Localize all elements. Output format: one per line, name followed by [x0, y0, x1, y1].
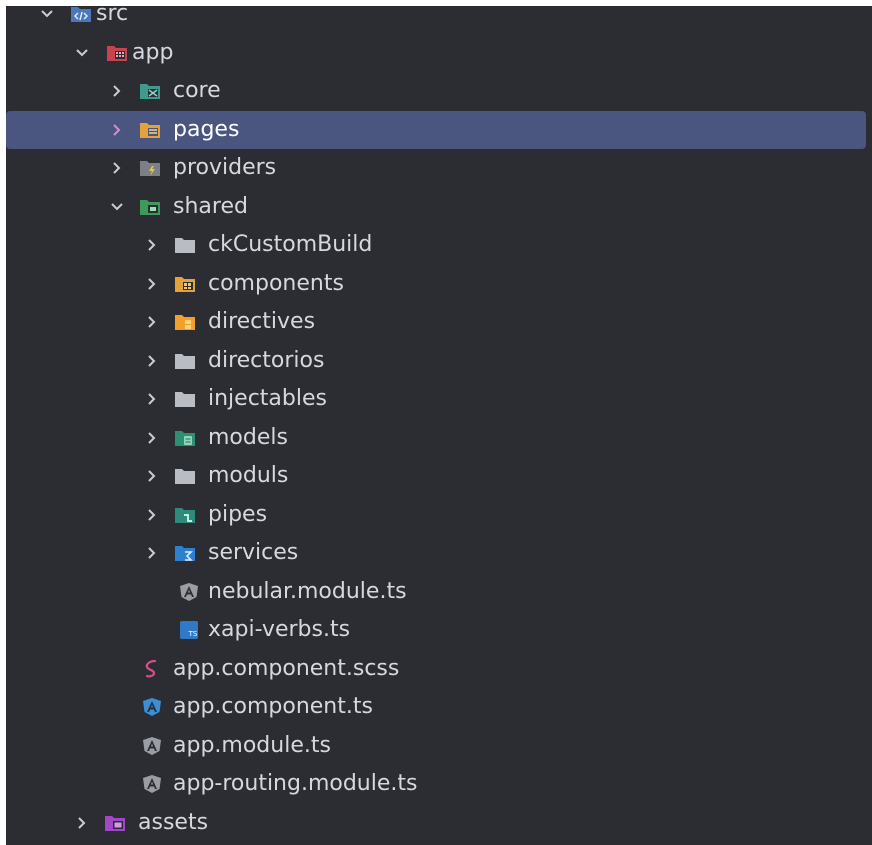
tree-item-ckcustombuild[interactable]: ckCustomBuild — [6, 226, 872, 265]
chevron-right-icon[interactable] — [141, 226, 163, 265]
tree-item-label: app — [132, 39, 174, 65]
tree-item-label: ckCustomBuild — [208, 232, 373, 257]
chevron-down-icon[interactable] — [36, 6, 58, 34]
folder-icon — [174, 351, 196, 371]
tree-item-label: core — [173, 78, 221, 103]
providers-folder-icon — [139, 158, 161, 178]
tree-item-src[interactable]: src — [6, 6, 872, 34]
chevron-down-icon[interactable] — [106, 188, 128, 227]
pipes-folder-icon — [174, 505, 196, 525]
tree-item-shared[interactable]: shared — [6, 188, 872, 227]
tree-item-label: components — [208, 270, 344, 296]
chevron-right-icon[interactable] — [141, 496, 163, 535]
tree-item-label: providers — [173, 155, 277, 180]
chevron-right-icon[interactable] — [141, 303, 163, 342]
project-tree: src app core pages providers shared ckCu… — [6, 6, 872, 842]
chevron-down-icon[interactable] — [71, 34, 93, 73]
services-folder-icon — [174, 543, 196, 563]
folder-icon — [174, 466, 196, 486]
app-folder-icon — [106, 43, 128, 63]
svg-text:TS: TS — [188, 630, 198, 638]
chevron-right-icon[interactable] — [141, 534, 163, 573]
tree-item-label: assets — [138, 809, 209, 835]
tree-item-label: moduls — [208, 463, 289, 488]
tree-item-pipes[interactable]: pipes — [6, 496, 872, 535]
tree-item-app-module[interactable]: app.module.ts — [6, 727, 872, 766]
tree-item-services[interactable]: services — [6, 534, 872, 573]
tree-item-label: shared — [173, 193, 248, 219]
tree-item-core[interactable]: core — [6, 72, 872, 111]
tree-item-providers[interactable]: providers — [6, 149, 872, 188]
tree-item-label: xapi-verbs.ts — [208, 617, 351, 642]
tree-item-label: nebular.module.ts — [208, 578, 407, 604]
chevron-right-icon[interactable] — [141, 457, 163, 496]
tree-item-label: directives — [208, 309, 316, 334]
chevron-right-icon[interactable] — [141, 419, 163, 458]
tree-item-app-component-ts[interactable]: app.component.ts — [6, 688, 872, 727]
pages-folder-icon — [139, 120, 161, 140]
models-folder-icon — [174, 428, 196, 448]
tree-item-nebular-module[interactable]: nebular.module.ts — [6, 573, 872, 612]
angular-component-icon — [141, 697, 163, 717]
shared-folder-icon — [139, 197, 161, 217]
typescript-file-icon: TS — [178, 620, 200, 640]
tree-item-label: app.component.ts — [173, 694, 373, 719]
chevron-right-icon[interactable] — [106, 72, 128, 111]
source-folder-icon — [70, 6, 92, 24]
tree-item-label: models — [208, 424, 288, 450]
assets-folder-icon — [104, 813, 126, 833]
tree-item-xapi-verbs[interactable]: TS xapi-verbs.ts — [6, 611, 872, 650]
tree-item-label: services — [208, 540, 299, 565]
angular-module-icon — [141, 774, 163, 794]
tree-item-label: pipes — [208, 501, 268, 527]
tree-item-components[interactable]: components — [6, 265, 872, 304]
tree-item-app-routing-module[interactable]: app-routing.module.ts — [6, 765, 872, 804]
chevron-right-icon[interactable] — [141, 342, 163, 381]
chevron-right-icon[interactable] — [106, 149, 128, 188]
tree-item-app-component-scss[interactable]: app.component.scss — [6, 650, 872, 689]
tree-item-directives[interactable]: directives — [6, 303, 872, 342]
folder-icon — [174, 389, 196, 409]
tree-item-moduls[interactable]: moduls — [6, 457, 872, 496]
chevron-right-icon[interactable] — [141, 265, 163, 304]
tree-item-pages[interactable]: pages — [6, 110, 866, 150]
tree-item-label: directorios — [208, 347, 325, 373]
components-folder-icon — [174, 274, 196, 294]
tree-item-label: pages — [173, 116, 240, 142]
directives-folder-icon — [174, 312, 196, 332]
sass-file-icon — [141, 659, 163, 679]
tree-item-label: app.component.scss — [173, 655, 400, 681]
angular-module-icon — [178, 582, 200, 602]
tree-item-models[interactable]: models — [6, 419, 872, 458]
tree-item-label: app-routing.module.ts — [173, 771, 418, 796]
core-folder-icon — [139, 81, 161, 101]
tree-item-directorios[interactable]: directorios — [6, 342, 872, 381]
tree-item-label: src — [96, 6, 129, 26]
chevron-right-icon[interactable] — [106, 111, 128, 150]
chevron-right-icon[interactable] — [141, 380, 163, 419]
folder-icon — [174, 235, 196, 255]
angular-module-icon — [141, 736, 163, 756]
tree-item-injectables[interactable]: injectables — [6, 380, 872, 419]
chevron-right-icon[interactable] — [71, 804, 93, 843]
tree-item-assets[interactable]: assets — [6, 804, 872, 843]
tree-item-label: app.module.ts — [173, 732, 331, 758]
project-tree-panel: src app core pages providers shared ckCu… — [6, 6, 872, 845]
tree-item-app[interactable]: app — [6, 34, 872, 73]
tree-item-label: injectables — [208, 386, 327, 411]
